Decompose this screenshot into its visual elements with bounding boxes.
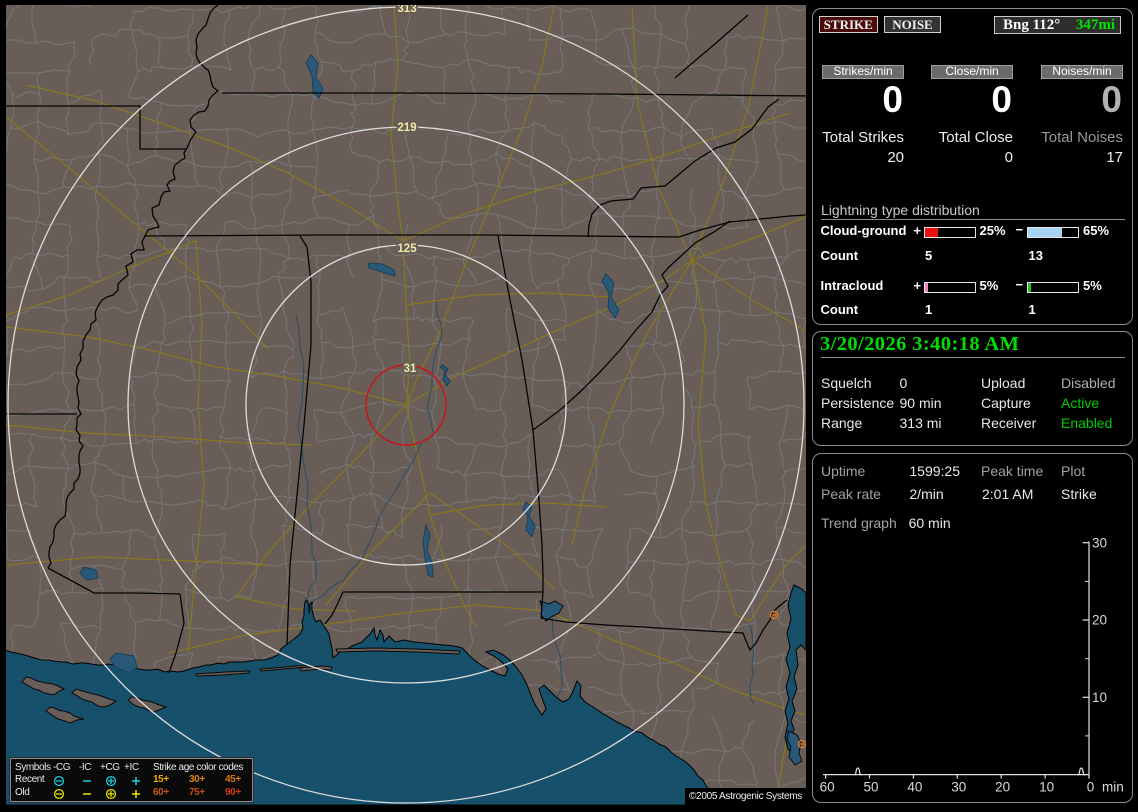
svg-text:20: 20 bbox=[995, 779, 1010, 794]
svg-text:10: 10 bbox=[1092, 690, 1107, 705]
svg-text:50: 50 bbox=[863, 779, 878, 794]
svg-text:313: 313 bbox=[397, 5, 416, 15]
svg-text:20: 20 bbox=[1092, 613, 1107, 628]
svg-text:0: 0 bbox=[1087, 779, 1095, 794]
svg-text:125: 125 bbox=[397, 243, 417, 255]
svg-text:219: 219 bbox=[397, 122, 416, 134]
svg-text:31: 31 bbox=[404, 363, 417, 375]
svg-text:min: min bbox=[1102, 779, 1124, 794]
svg-text:30: 30 bbox=[1092, 535, 1107, 550]
svg-text:30: 30 bbox=[951, 779, 966, 794]
svg-text:60: 60 bbox=[820, 779, 835, 794]
svg-text:10: 10 bbox=[1039, 779, 1054, 794]
svg-text:40: 40 bbox=[907, 779, 922, 794]
